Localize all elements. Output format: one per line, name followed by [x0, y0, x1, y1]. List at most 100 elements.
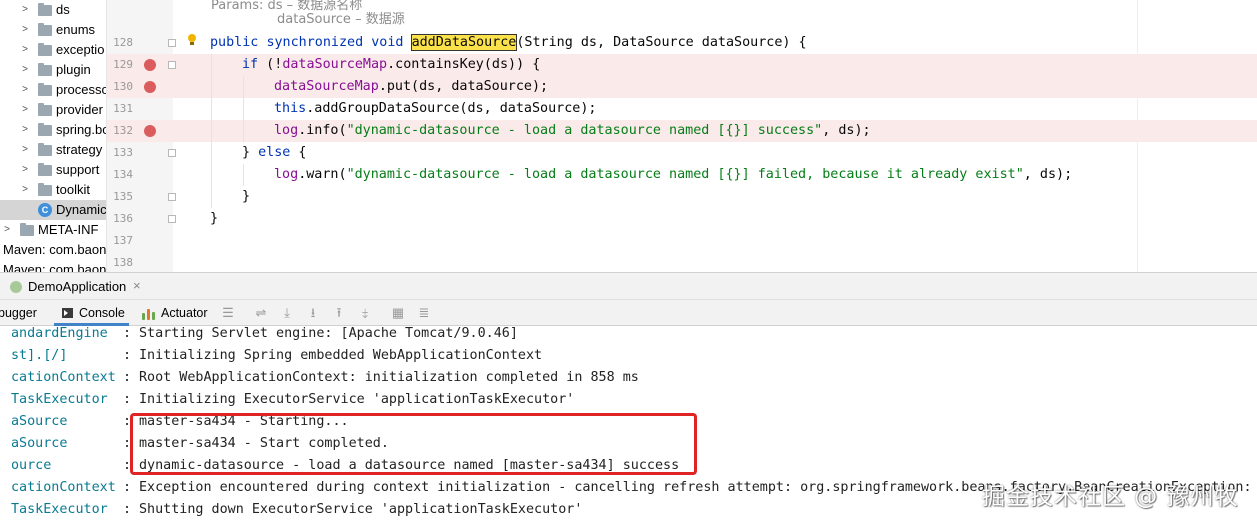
line-number: 132: [113, 124, 133, 137]
line-number: 130: [113, 80, 133, 93]
scroll-down-icon[interactable]: ⤓: [279, 305, 295, 321]
tree-item-processor[interactable]: > processo: [0, 80, 107, 100]
fold-icon[interactable]: [168, 193, 176, 201]
code-editor[interactable]: Params: ds – 数据源名称 dataSource – 数据源 128 …: [107, 0, 1257, 272]
log-source: aSource: [11, 414, 68, 429]
chevron-right-icon[interactable]: >: [20, 0, 30, 20]
tree-item-meta-inf[interactable]: > META-INF: [0, 220, 106, 240]
fold-icon[interactable]: [168, 149, 176, 157]
indent-guide: [211, 142, 212, 164]
tree-item-plugin[interactable]: > plugin: [0, 60, 106, 80]
tree-item-maven-lib[interactable]: Maven: com.baon: [0, 240, 106, 260]
tree-item-enums[interactable]: > enums: [0, 20, 106, 40]
tree-item-label: processo: [56, 82, 107, 97]
tree-item-dynamic-class[interactable]: C Dynamic: [0, 200, 106, 220]
close-icon[interactable]: ×: [133, 278, 141, 293]
chevron-right-icon[interactable]: >: [20, 100, 30, 120]
code-line-138[interactable]: 138: [107, 252, 1257, 272]
line-number: 133: [113, 146, 133, 159]
code-line-136[interactable]: 136 }: [107, 208, 1257, 230]
indent-guide: [211, 76, 212, 98]
javadoc-param-datasource: dataSource – 数据源: [277, 12, 405, 27]
code-line-132[interactable]: 132 log.info("dynamic-datasource - load …: [107, 120, 1257, 142]
log-line: st].[/] : Initializing Spring embedded W…: [0, 345, 1257, 367]
spring-boot-icon: [10, 281, 22, 293]
chevron-right-icon[interactable]: >: [20, 40, 30, 60]
tree-item-support[interactable]: > support: [0, 160, 106, 180]
project-tree: > ds > enums > exceptio > plugin > proce…: [0, 0, 107, 272]
chevron-right-icon[interactable]: >: [20, 80, 30, 100]
fold-icon[interactable]: [168, 39, 176, 47]
indent-guide: [243, 76, 244, 98]
tree-item-exception[interactable]: > exceptio: [0, 40, 106, 60]
code-line-137[interactable]: 137: [107, 230, 1257, 252]
breakpoint-icon[interactable]: [144, 81, 156, 93]
menu-icon[interactable]: ☰: [220, 305, 236, 321]
chevron-right-icon[interactable]: >: [20, 60, 30, 80]
fold-icon[interactable]: [168, 61, 176, 69]
code-text: log.warn("dynamic-datasource - load a da…: [274, 167, 1073, 182]
filter-icon[interactable]: ⤈: [357, 305, 373, 321]
code-line-131[interactable]: 131 this.addGroupDataSource(ds, dataSour…: [107, 98, 1257, 120]
soft-wrap-icon[interactable]: ⇌: [253, 305, 269, 321]
tab-label: bugger: [0, 306, 37, 320]
code-line-135[interactable]: 135 }: [107, 186, 1257, 208]
code-line-128[interactable]: 128 public synchronized void addDataSour…: [107, 32, 1257, 54]
log-message: Root WebApplicationContext: initializati…: [139, 370, 639, 385]
tree-item-strategy[interactable]: > strategy: [0, 140, 106, 160]
folder-icon: [38, 3, 52, 16]
chevron-right-icon[interactable]: >: [20, 180, 30, 200]
line-number: 134: [113, 168, 133, 181]
tree-item-label: toolkit: [56, 182, 90, 197]
line-number: 138: [113, 256, 133, 269]
tree-item-label: plugin: [56, 62, 91, 77]
log-source: TaskExecutor: [11, 392, 108, 407]
indent-guide: [211, 54, 212, 76]
log-source: andardEngine: [11, 326, 108, 341]
folder-icon: [38, 163, 52, 176]
upload-icon[interactable]: ⭱: [331, 305, 347, 321]
breakpoint-icon[interactable]: [144, 125, 156, 137]
tree-item-spring-boot[interactable]: > spring.bo: [0, 120, 106, 140]
line-number: 137: [113, 234, 133, 247]
tree-item-maven-lib[interactable]: Maven: com.baon: [0, 260, 106, 272]
method-name-highlight: addDataSource: [410, 34, 518, 51]
chevron-right-icon[interactable]: >: [20, 140, 30, 160]
tree-item-label: ds: [56, 2, 70, 17]
console-icon: [62, 308, 73, 318]
log-message: Starting Servlet engine: [Apache Tomcat/…: [139, 326, 518, 341]
clear-all-icon[interactable]: ≣: [416, 305, 432, 321]
class-icon: C: [38, 203, 52, 217]
code-line-133[interactable]: 133 } else {: [107, 142, 1257, 164]
folder-icon: [38, 43, 52, 56]
log-source: st].[/]: [11, 348, 68, 363]
chevron-right-icon[interactable]: >: [2, 220, 12, 240]
chevron-right-icon[interactable]: >: [20, 160, 30, 180]
lightbulb-icon[interactable]: [187, 34, 197, 46]
tab-actuator[interactable]: Actuator: [136, 300, 212, 326]
tree-item-toolkit[interactable]: > toolkit: [0, 180, 106, 200]
annotation-highlight-box: [130, 413, 697, 475]
code-text: public synchronized void addDataSource(S…: [210, 34, 807, 51]
tree-item-provider[interactable]: > provider: [0, 100, 106, 120]
download-icon[interactable]: ⭳: [305, 305, 321, 321]
print-icon[interactable]: ▦: [390, 305, 406, 321]
fold-icon[interactable]: [168, 215, 176, 223]
code-text: if (!dataSourceMap.containsKey(ds)) {: [242, 57, 541, 72]
watermark: 掘金技术社区 @ 豫州牧: [982, 484, 1239, 510]
indent-guide: [211, 98, 212, 120]
log-separator: :: [123, 502, 132, 517]
chevron-right-icon[interactable]: >: [20, 20, 30, 40]
code-line-129[interactable]: 129 if (!dataSourceMap.containsKey(ds)) …: [107, 54, 1257, 76]
tree-item-label: exceptio: [56, 42, 105, 57]
breakpoint-icon[interactable]: [144, 59, 156, 71]
code-line-134[interactable]: 134 log.warn("dynamic-datasource - load …: [107, 164, 1257, 186]
tab-debugger[interactable]: bugger: [0, 300, 46, 326]
run-config-tab[interactable]: DemoApplication: [28, 279, 126, 294]
chevron-right-icon[interactable]: >: [20, 120, 30, 140]
code-line-130[interactable]: 130 dataSourceMap.put(ds, dataSource);: [107, 76, 1257, 98]
actuator-icon: [142, 307, 156, 320]
log-line: andardEngine : Starting Servlet engine: …: [0, 326, 1257, 345]
tab-console[interactable]: Console: [54, 300, 129, 326]
tree-item-ds[interactable]: > ds: [0, 0, 106, 20]
